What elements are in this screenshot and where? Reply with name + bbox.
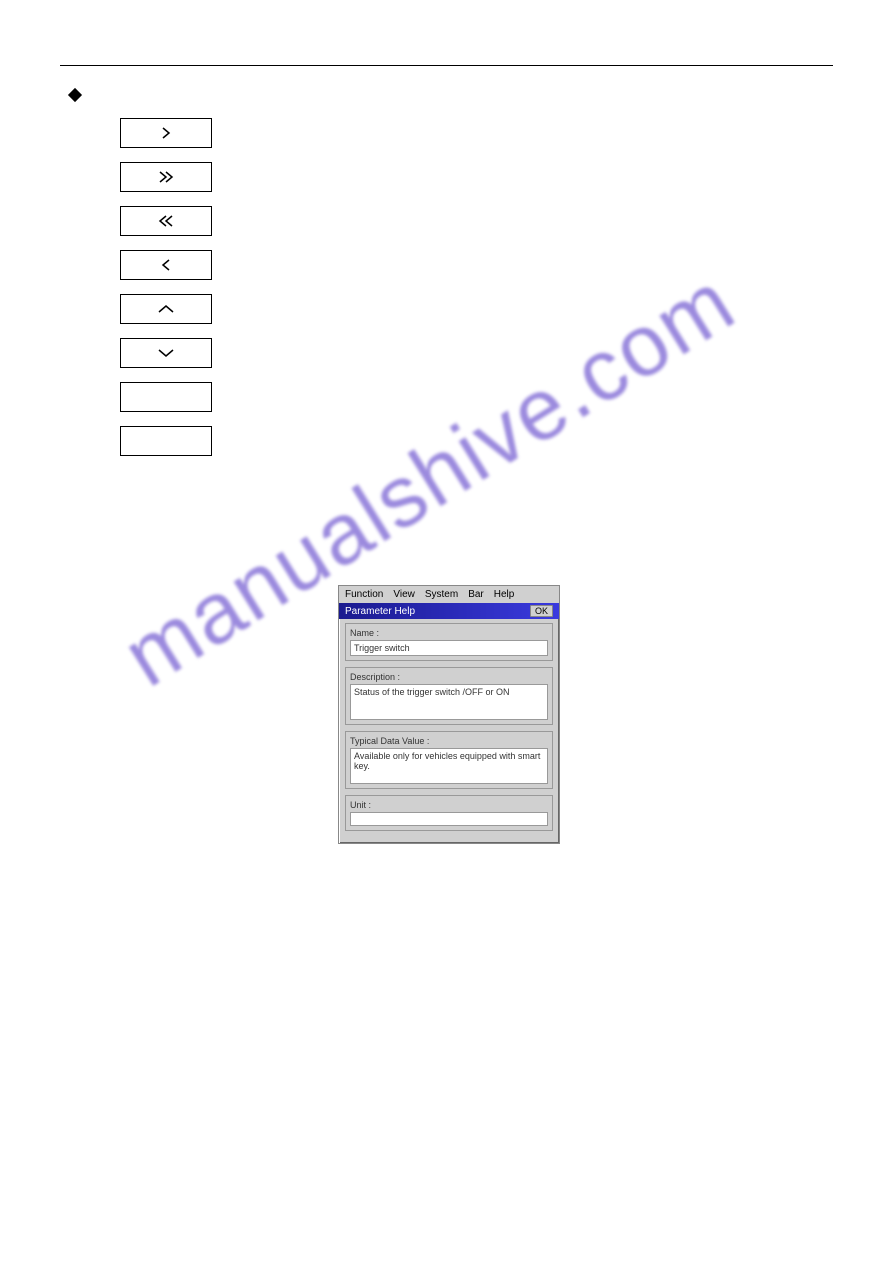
description-group: Description : Status of the trigger swit… [345, 667, 553, 725]
unit-field[interactable] [350, 812, 548, 826]
typical-label: Typical Data Value : [350, 736, 548, 746]
typical-group: Typical Data Value : Available only for … [345, 731, 553, 789]
menu-bar: Function View System Bar Help [339, 586, 559, 603]
name-group: Name : Trigger switch [345, 623, 553, 661]
button-column [120, 118, 833, 456]
menu-function[interactable]: Function [345, 589, 383, 600]
parameter-help-dialog: Function View System Bar Help Parameter … [338, 585, 560, 844]
prev-button[interactable] [120, 250, 212, 280]
next-button[interactable] [120, 118, 212, 148]
ok-button[interactable]: OK [530, 605, 553, 617]
menu-view[interactable]: View [393, 589, 415, 600]
unit-label: Unit : [350, 800, 548, 810]
empty-button-1[interactable] [120, 382, 212, 412]
fast-rewind-button[interactable] [120, 206, 212, 236]
down-button[interactable] [120, 338, 212, 368]
menu-system[interactable]: System [425, 589, 458, 600]
top-rule [60, 65, 833, 66]
section-heading [70, 86, 833, 100]
fast-forward-button[interactable] [120, 162, 212, 192]
menu-bar-item[interactable]: Bar [468, 589, 484, 600]
dialog-title: Parameter Help [345, 606, 415, 617]
title-bar: Parameter Help OK [339, 603, 559, 619]
description-field[interactable]: Status of the trigger switch /OFF or ON [350, 684, 548, 720]
menu-help[interactable]: Help [494, 589, 515, 600]
name-label: Name : [350, 628, 548, 638]
diamond-bullet-icon [68, 88, 82, 102]
unit-group: Unit : [345, 795, 553, 831]
name-field[interactable]: Trigger switch [350, 640, 548, 656]
description-label: Description : [350, 672, 548, 682]
up-button[interactable] [120, 294, 212, 324]
empty-button-2[interactable] [120, 426, 212, 456]
typical-field[interactable]: Available only for vehicles equipped wit… [350, 748, 548, 784]
dialog-body: Name : Trigger switch Description : Stat… [339, 619, 559, 843]
page: Function View System Bar Help Parameter … [0, 0, 893, 1263]
